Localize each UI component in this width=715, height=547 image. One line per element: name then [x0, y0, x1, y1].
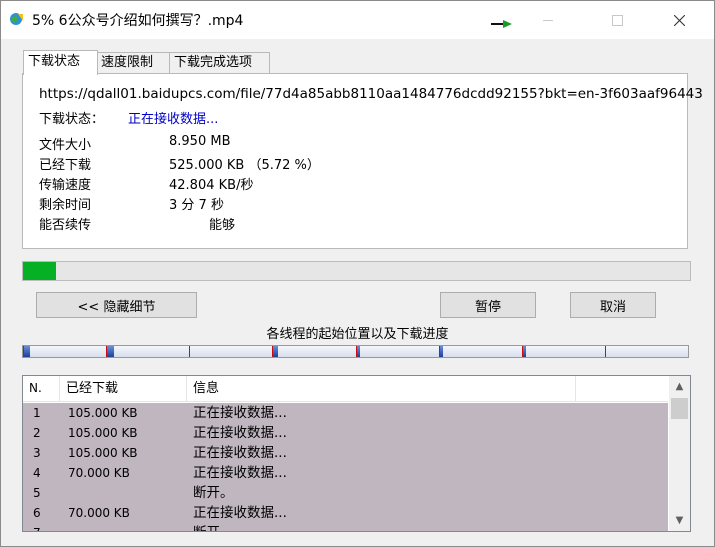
download-url: https://qdall01.baidupcs.com/file/77d4a8…: [39, 86, 703, 102]
status-panel: https://qdall01.baidupcs.com/file/77d4a8…: [22, 73, 703, 249]
cancel-button[interactable]: 取消: [570, 292, 656, 318]
minimize-button[interactable]: [525, 1, 571, 39]
row-n: 3: [33, 446, 41, 460]
row-info: 正在接收数据...: [193, 405, 287, 421]
transfer-speed-value: 42.804 KB/秒: [169, 178, 254, 193]
thread-list: N. 已经下载 信息 1 105.000 KB 正在接收数据... 2 105.000 …: [22, 375, 691, 532]
row-downloaded: 70.000 KB: [68, 466, 130, 480]
resume-value: 能够: [209, 218, 236, 233]
row-n: 7: [33, 523, 41, 531]
row-info: 断开。: [193, 485, 234, 501]
file-size-label: 文件大小: [39, 138, 92, 153]
table-row[interactable]: 4 70.000 KB 正在接收数据...: [23, 463, 668, 483]
row-info: 正在接收数据...: [193, 445, 287, 461]
thread-progress-bar: [22, 345, 689, 358]
row-downloaded: 70.000 KB: [68, 506, 130, 520]
table-row[interactable]: 7 断开。: [23, 523, 668, 531]
scroll-down-icon[interactable]: ▼: [669, 512, 690, 529]
maximize-icon: [611, 14, 623, 26]
time-left-value: 3 分 7 秒: [169, 198, 224, 213]
download-globe-icon: [10, 13, 23, 25]
list-header: N. 已经下载 信息: [23, 376, 668, 402]
maximize-button[interactable]: [594, 1, 640, 39]
row-info: 断开。: [193, 523, 234, 531]
scroll-up-icon[interactable]: ▲: [669, 378, 690, 395]
row-n: 4: [33, 466, 41, 480]
table-row[interactable]: 3 105.000 KB 正在接收数据...: [23, 443, 668, 463]
row-n: 1: [33, 406, 41, 420]
thread-start-marker: [604, 346, 606, 357]
row-downloaded: 105.000 KB: [68, 406, 138, 420]
pause-button[interactable]: 暂停: [440, 292, 536, 318]
tab-download-status[interactable]: 下载状态: [23, 50, 98, 75]
time-left-label: 剩余时间: [39, 198, 92, 213]
downloaded-label: 已经下载: [39, 158, 92, 173]
thread-segment-progress: [106, 346, 114, 357]
tab-speed-limit[interactable]: 速度限制: [96, 52, 171, 73]
download-window: 5% 6公众号介绍如何撰写？.mp4 下载状态 速度限制 下载完成选项 http…: [0, 0, 715, 547]
file-size-value: 8.950 MB: [169, 134, 231, 149]
table-row[interactable]: 2 105.000 KB 正在接收数据...: [23, 423, 668, 443]
close-icon: [673, 14, 685, 26]
row-downloaded: 105.000 KB: [68, 426, 138, 440]
row-n: 6: [33, 506, 41, 520]
minimize-icon: [543, 19, 553, 21]
thread-segment-progress: [23, 346, 31, 357]
download-progress-bar: [22, 261, 691, 281]
pin-arrow-icon[interactable]: [491, 19, 513, 29]
thread-start-marker: [189, 346, 191, 357]
threads-caption: 各线程的起始位置以及下载进度: [266, 327, 449, 342]
progress-fill: [23, 262, 57, 280]
scroll-thumb[interactable]: [671, 398, 688, 419]
row-info: 正在接收数据...: [193, 505, 287, 521]
status-value: 正在接收数据...: [128, 112, 219, 127]
thread-start-marker: [272, 346, 274, 357]
thread-start-marker: [106, 346, 108, 357]
transfer-speed-label: 传输速度: [39, 178, 92, 193]
downloaded-value: 525.000 KB （5.72 %）: [169, 158, 320, 173]
thread-start-marker: [355, 346, 357, 357]
window-title: 5% 6公众号介绍如何撰写？.mp4: [32, 13, 244, 29]
title-bar[interactable]: 5% 6公众号介绍如何撰写？.mp4: [1, 1, 714, 39]
thread-start-marker: [438, 346, 440, 357]
tab-completion-options[interactable]: 下载完成选项: [169, 52, 270, 73]
thread-start-marker: [521, 346, 523, 357]
header-number[interactable]: N.: [23, 376, 60, 401]
row-info: 正在接收数据...: [193, 425, 287, 441]
table-row[interactable]: 6 70.000 KB 正在接收数据...: [23, 503, 668, 523]
status-label: 下载状态：: [39, 112, 105, 127]
row-n: 2: [33, 426, 41, 440]
table-row[interactable]: 5 断开。: [23, 483, 668, 503]
row-downloaded: 105.000 KB: [68, 446, 138, 460]
table-row[interactable]: 1 105.000 KB 正在接收数据...: [23, 403, 668, 423]
header-downloaded[interactable]: 已经下载: [60, 376, 187, 401]
row-n: 5: [33, 486, 41, 500]
close-button[interactable]: [656, 1, 702, 39]
thread-start-marker: [23, 346, 24, 357]
resume-label: 能否续传: [39, 218, 92, 233]
vertical-scrollbar[interactable]: ▲ ▼: [669, 376, 690, 531]
header-info[interactable]: 信息: [187, 376, 576, 401]
row-info: 正在接收数据...: [193, 465, 287, 481]
hide-details-button[interactable]: << 隐藏细节: [36, 292, 197, 318]
